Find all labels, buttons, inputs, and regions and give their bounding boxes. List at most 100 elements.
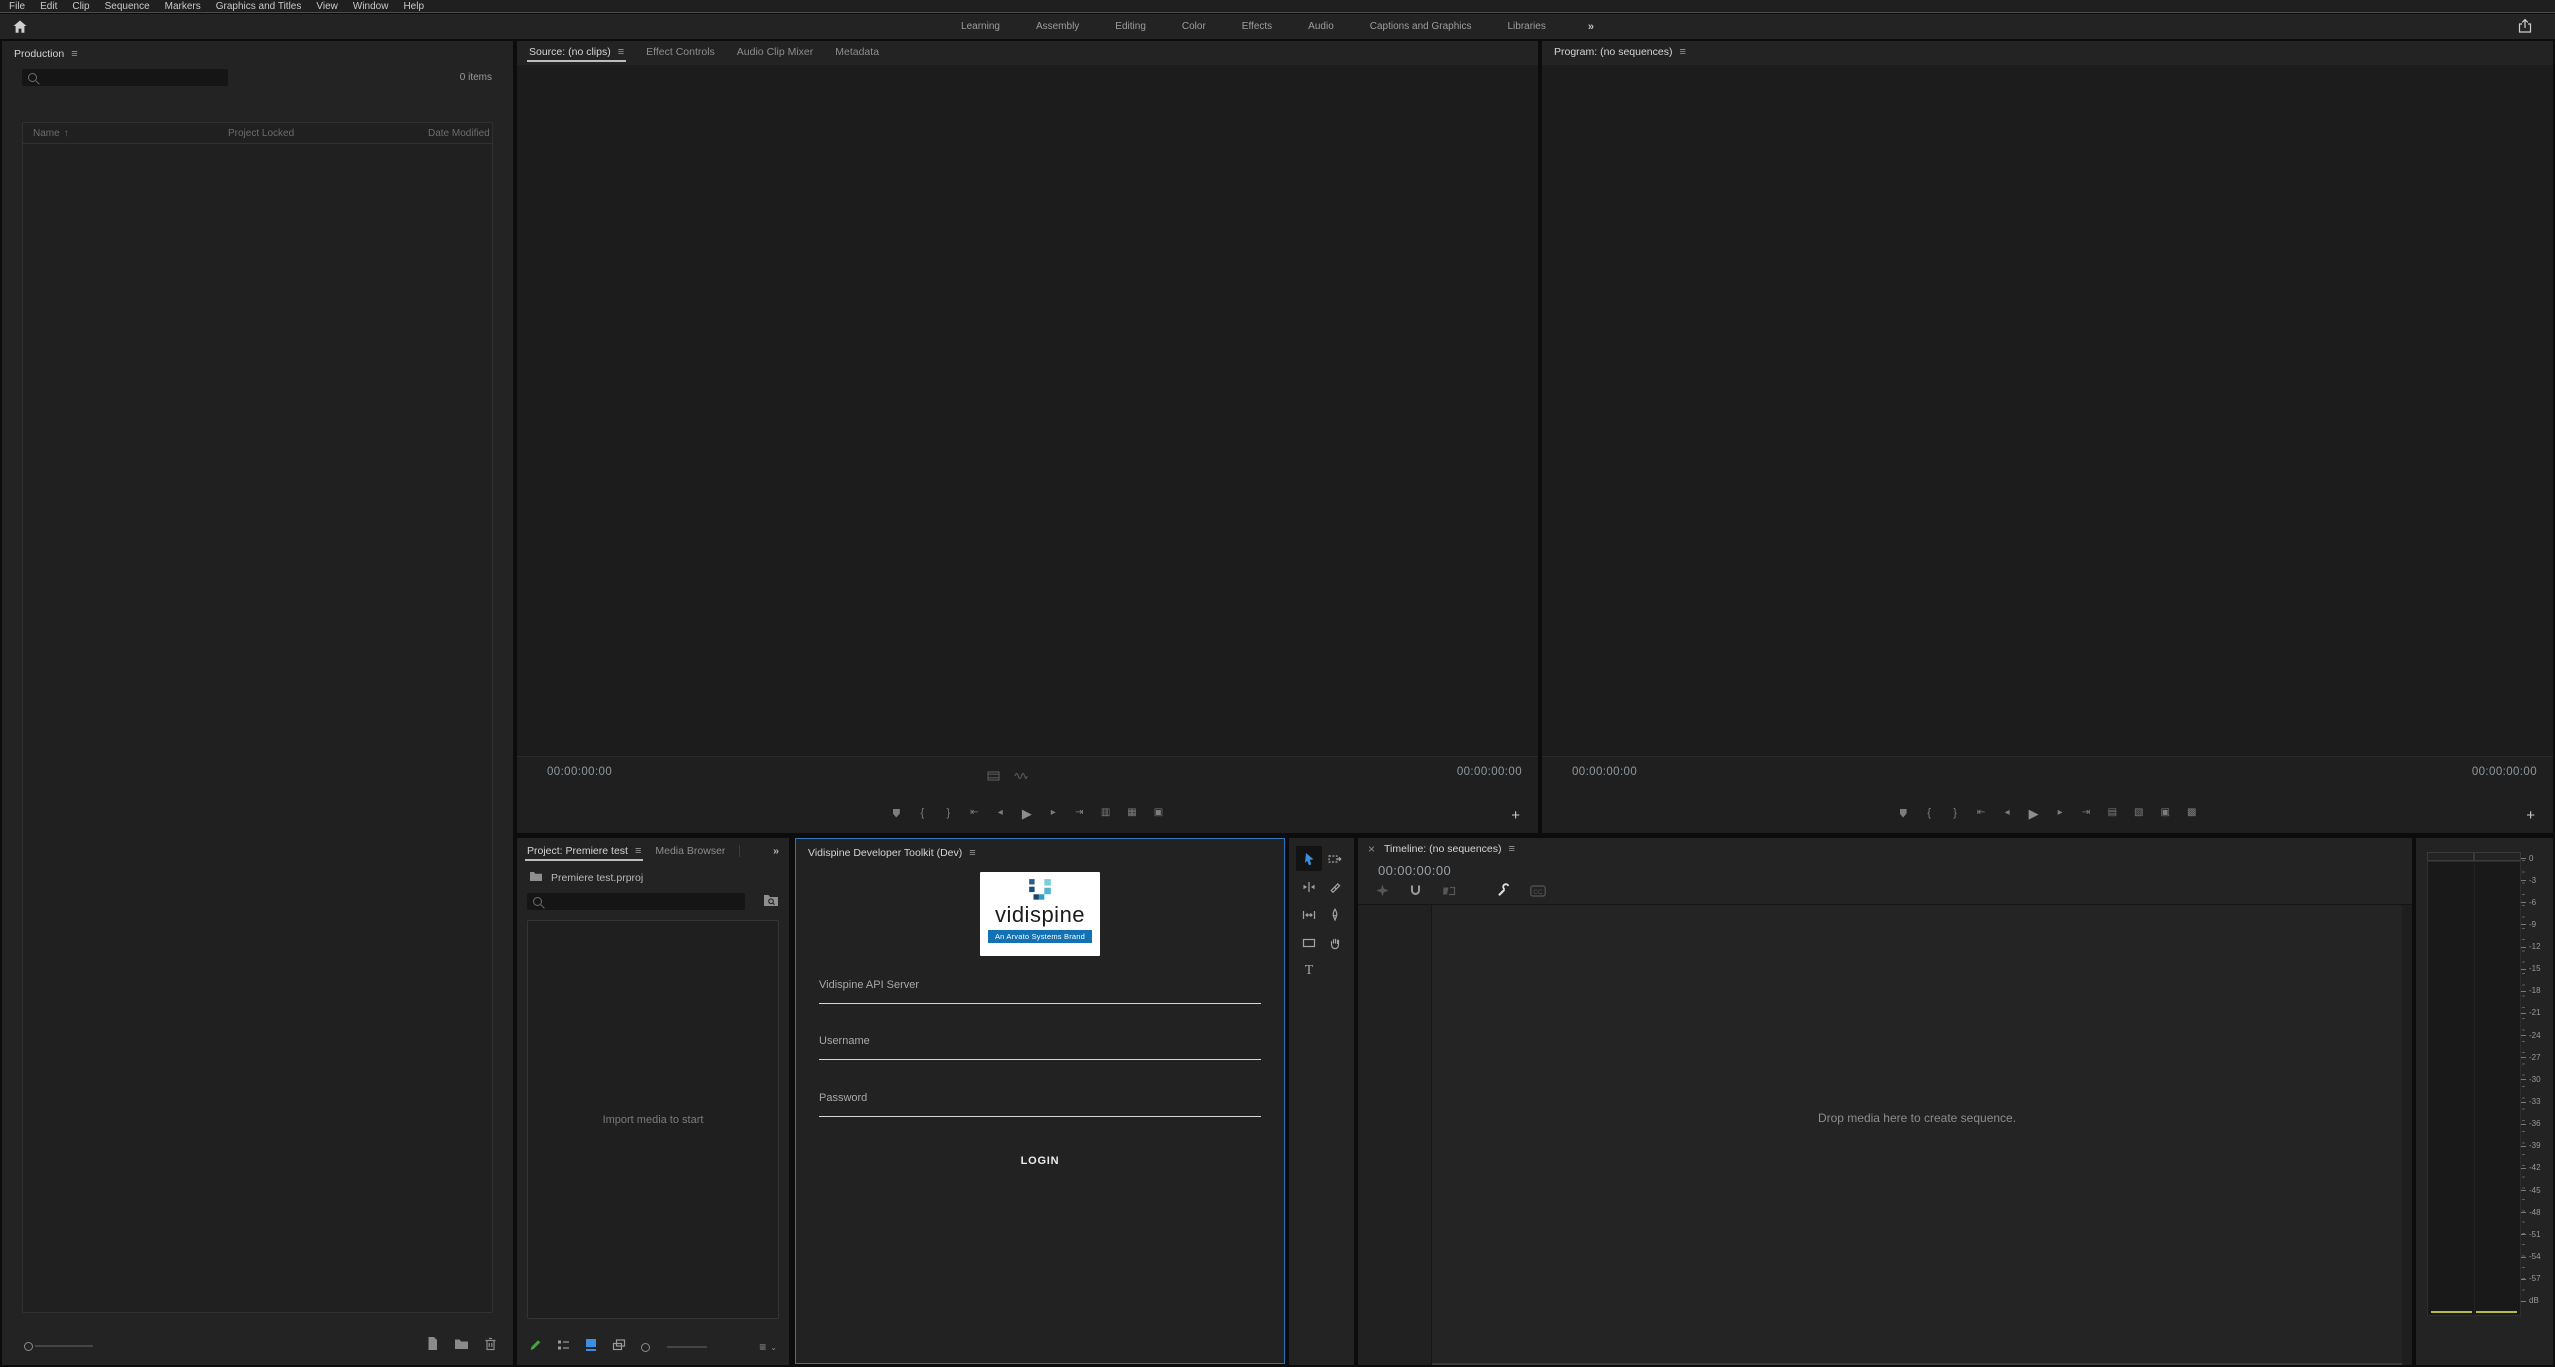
timeline-horizontal-scrollbar[interactable] [1432, 1363, 2402, 1365]
password-input[interactable] [819, 1104, 1261, 1117]
column-header-date-modified[interactable]: Date Modified [428, 128, 492, 139]
panel-menu-icon[interactable]: ≡ [969, 847, 975, 859]
project-writable-icon[interactable] [529, 1338, 542, 1356]
list-view-icon[interactable] [557, 1338, 570, 1356]
project-search-input[interactable] [547, 896, 717, 907]
step-back-button[interactable]: ◂ [2003, 808, 2012, 818]
track-select-forward-tool[interactable] [1322, 846, 1348, 871]
mark-in-button[interactable]: { [918, 808, 927, 819]
nest-sequences-icon[interactable] [1376, 884, 1389, 902]
play-button[interactable]: ▶ [1022, 807, 1032, 820]
menu-sequence[interactable]: Sequence [105, 0, 150, 13]
new-item-icon[interactable] [426, 1336, 439, 1356]
timeline-timecode[interactable]: 00:00:00:00 [1378, 863, 1451, 878]
captions-cc-icon[interactable]: CC [1530, 884, 1546, 902]
go-to-in-button[interactable]: ⇤ [1977, 808, 1986, 818]
api-server-input[interactable] [819, 991, 1261, 1004]
menu-graphics-and-titles[interactable]: Graphics and Titles [216, 0, 302, 13]
selection-tool[interactable] [1296, 846, 1322, 871]
menu-file[interactable]: File [9, 0, 25, 13]
razor-tool[interactable] [1322, 874, 1348, 899]
column-header-project-locked[interactable]: Project Locked [228, 128, 428, 139]
tab-timeline[interactable]: Timeline: (no sequences) ≡ [1384, 843, 1515, 855]
tab-program[interactable]: Program: (no sequences) ≡ [1554, 46, 1686, 58]
workspace-tab-effects[interactable]: Effects [1242, 21, 1272, 32]
trash-icon[interactable] [484, 1337, 497, 1356]
workspace-tab-captions-and-graphics[interactable]: Captions and Graphics [1370, 21, 1472, 32]
menu-markers[interactable]: Markers [165, 0, 201, 13]
workspace-tab-assembly[interactable]: Assembly [1036, 21, 1079, 32]
go-to-out-button[interactable]: ⇥ [2082, 808, 2091, 818]
tab-effect-controls[interactable]: Effect Controls [646, 46, 715, 58]
tab-audio-clip-mixer[interactable]: Audio Clip Mixer [737, 46, 813, 58]
add-marker-button[interactable] [892, 809, 901, 818]
production-search-input[interactable] [42, 72, 202, 83]
zoom-slider-knob[interactable] [641, 1343, 650, 1352]
workspace-overflow-icon[interactable]: » [1588, 21, 1594, 33]
snap-icon[interactable] [1409, 884, 1422, 902]
button-editor-icon[interactable]: + [2526, 808, 2535, 823]
program-current-timecode[interactable]: 00:00:00:00 [1572, 766, 1637, 778]
production-search[interactable] [22, 69, 228, 86]
tab-production[interactable]: Production ≡ [14, 48, 78, 60]
timeline-vertical-scrollbar[interactable] [2402, 905, 2412, 1365]
freeform-view-icon[interactable] [612, 1338, 626, 1356]
panel-menu-icon[interactable]: ≡ [618, 46, 624, 58]
ripple-edit-tool[interactable] [1296, 874, 1322, 899]
export-share-icon[interactable] [2517, 18, 2533, 34]
menu-clip[interactable]: Clip [72, 0, 89, 13]
column-header-name[interactable]: Name ↑ [33, 128, 228, 139]
sort-icons[interactable]: ≡ ⌄ [759, 1340, 777, 1354]
insert-button[interactable]: ▥ [1101, 808, 1110, 818]
drag-audio-only-icon[interactable] [1014, 768, 1028, 786]
project-file-row[interactable]: Premiere test.prproj [529, 871, 643, 885]
panel-menu-icon[interactable]: ≡ [635, 845, 641, 857]
username-input[interactable] [819, 1047, 1261, 1060]
workspace-tab-audio[interactable]: Audio [1308, 21, 1334, 32]
home-icon[interactable] [12, 19, 28, 35]
go-to-in-button[interactable]: ⇤ [970, 808, 979, 818]
workspace-tab-libraries[interactable]: Libraries [1507, 21, 1545, 32]
slip-tool[interactable] [1296, 902, 1322, 927]
icon-view-icon[interactable] [585, 1338, 597, 1356]
overwrite-button[interactable]: ▦ [1127, 808, 1136, 818]
lift-button[interactable]: ▤ [2108, 808, 2117, 818]
tab-overflow-icon[interactable]: » [773, 845, 779, 857]
timeline-track-area[interactable]: Drop media here to create sequence. [1432, 905, 2402, 1363]
tab-media-browser[interactable]: Media Browser [655, 845, 725, 857]
add-marker-button[interactable] [1899, 809, 1908, 818]
type-tool[interactable]: T [1296, 958, 1322, 983]
workspace-tab-learning[interactable]: Learning [961, 21, 1000, 32]
panel-menu-icon[interactable]: ≡ [71, 48, 77, 60]
tab-project[interactable]: Project: Premiere test ≡ [527, 845, 641, 857]
go-to-out-button[interactable]: ⇥ [1075, 808, 1084, 818]
menu-help[interactable]: Help [403, 0, 424, 13]
pen-tool[interactable] [1322, 902, 1348, 927]
new-folder-icon[interactable] [454, 1337, 469, 1355]
close-icon[interactable]: × [1368, 842, 1375, 856]
workspace-tab-color[interactable]: Color [1182, 21, 1206, 32]
play-button[interactable]: ▶ [2029, 807, 2039, 820]
step-back-button[interactable]: ◂ [996, 808, 1005, 818]
zoom-slider-knob[interactable] [24, 1342, 33, 1351]
extract-button[interactable]: ▧ [2134, 808, 2143, 818]
workspace-tab-editing[interactable]: Editing [1115, 21, 1146, 32]
export-frame-button[interactable]: ▣ [1154, 808, 1163, 818]
rectangle-tool[interactable] [1296, 930, 1322, 955]
timeline-settings-wrench-icon[interactable] [1496, 884, 1510, 903]
button-editor-icon[interactable]: + [1511, 808, 1520, 823]
panel-menu-icon[interactable]: ≡ [1679, 46, 1685, 58]
export-frame-button[interactable]: ▣ [2161, 808, 2170, 818]
step-forward-button[interactable]: ▸ [2056, 808, 2065, 818]
audio-meter[interactable] [2427, 861, 2521, 1316]
mark-in-button[interactable]: { [1925, 808, 1934, 819]
tab-source-no-clips[interactable]: Source: (no clips)≡ [529, 46, 624, 58]
project-search[interactable] [527, 893, 745, 910]
source-current-timecode[interactable]: 00:00:00:00 [547, 766, 612, 778]
project-media-area[interactable]: Import media to start [527, 920, 779, 1319]
menu-view[interactable]: View [316, 0, 338, 13]
menu-edit[interactable]: Edit [40, 0, 57, 13]
comparison-view-button[interactable]: ▩ [2187, 808, 2196, 818]
linked-selection-icon[interactable] [1442, 884, 1456, 902]
mark-out-button[interactable]: } [944, 808, 953, 819]
